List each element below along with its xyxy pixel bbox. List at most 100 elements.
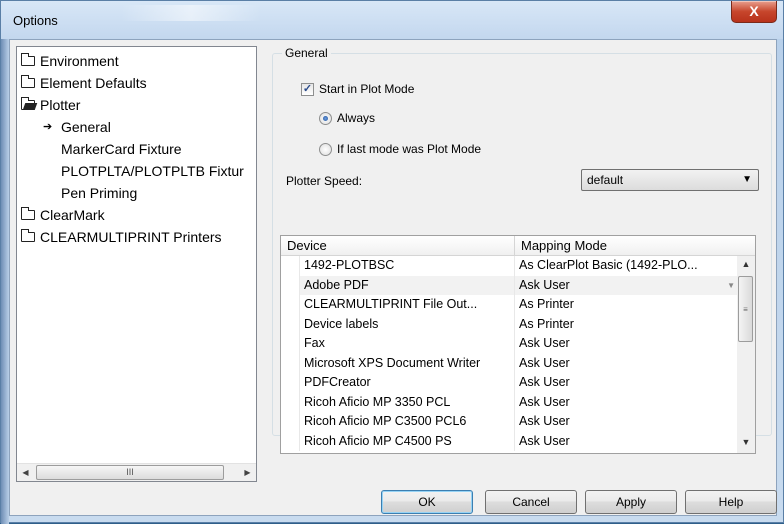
table-row[interactable]: Microsoft XPS Document Writer Ask User [281, 353, 739, 374]
grid-body: 1492-PLOTBSC As ClearPlot Basic (1492-PL… [281, 256, 739, 453]
tree-item-environment[interactable]: Environment [20, 50, 256, 72]
row-gutter [281, 392, 300, 412]
radio-unselected-icon[interactable] [319, 142, 332, 156]
row-gutter [281, 412, 300, 432]
tree-item-clearmark[interactable]: ClearMark [20, 204, 256, 226]
row-gutter [281, 314, 300, 334]
apply-button[interactable]: Apply [585, 490, 677, 514]
tree-item-plotplta-fixture[interactable]: PLOTPLTA/PLOTPLTB Fixtur [21, 160, 256, 182]
dropdown-value: default [587, 173, 624, 187]
checkbox-label: Start in Plot Mode [319, 82, 415, 96]
device-cell: CLEARMULTIPRINT File Out... [300, 295, 515, 315]
mapping-cell[interactable]: Ask User [515, 393, 739, 413]
row-gutter [281, 295, 300, 315]
mapping-cell[interactable]: Ask User [515, 432, 739, 452]
table-row[interactable]: PDFCreator Ask User [281, 373, 739, 393]
scroll-left-icon[interactable]: ◀ [17, 464, 34, 481]
checkbox-checked-icon[interactable]: ✓ [301, 82, 314, 96]
arrow-right-icon: ➔ [43, 121, 53, 133]
tree-item-element-defaults[interactable]: Element Defaults [20, 72, 256, 94]
table-row[interactable]: Ricoh Aficio MP C3500 PCL6 Ask User [281, 412, 739, 432]
always-radio[interactable]: Always [319, 111, 375, 125]
close-button[interactable]: X [731, 1, 777, 23]
scroll-thumb[interactable]: III [36, 465, 224, 480]
tree-item-clearmultiprint-printers[interactable]: CLEARMULTIPRINT Printers [20, 226, 256, 248]
radio-label: Always [337, 111, 376, 125]
scroll-down-icon[interactable]: ▼ [737, 434, 755, 451]
general-settings-panel: General ✓ Start in Plot Mode Always If l… [268, 46, 772, 482]
row-gutter [281, 373, 300, 393]
table-row[interactable]: Ricoh Aficio MP 3350 PCL Ask User [281, 392, 739, 413]
ok-button[interactable]: OK [381, 490, 473, 514]
row-gutter [281, 431, 300, 451]
device-cell: Ricoh Aficio MP C3500 PCL6 [300, 412, 515, 432]
options-tree: Environment Element Defaults Plotter ➔ G… [17, 47, 256, 463]
plotter-speed-dropdown[interactable]: default ▼ [581, 169, 759, 191]
folder-open-icon [20, 97, 35, 110]
plotter-speed-label: Plotter Speed: [286, 174, 363, 188]
cancel-button[interactable]: Cancel [485, 490, 577, 514]
scroll-thumb[interactable]: ≡ [738, 276, 753, 342]
tree-item-label: Plotter [40, 97, 81, 113]
row-gutter [281, 334, 300, 354]
table-row[interactable]: 1492-PLOTBSC As ClearPlot Basic (1492-PL… [281, 256, 739, 276]
table-row[interactable]: Device labels As Printer [281, 314, 739, 335]
dialog-client-area: Environment Element Defaults Plotter ➔ G… [9, 39, 777, 516]
device-cell: Ricoh Aficio MP 3350 PCL [300, 392, 515, 412]
mapping-cell[interactable]: Ask User [515, 412, 739, 432]
mapping-cell[interactable]: As ClearPlot Basic (1492-PLO... [515, 256, 739, 276]
device-cell: Adobe PDF [300, 275, 515, 295]
mapping-cell[interactable]: Ask User ▼ [515, 275, 739, 295]
device-cell: Microsoft XPS Document Writer [300, 353, 515, 373]
group-title: General [282, 46, 331, 60]
panel-splitter[interactable] [258, 46, 264, 482]
radio-label: If last mode was Plot Mode [337, 142, 482, 156]
folder-icon [20, 207, 35, 220]
column-header-device[interactable]: Device [281, 236, 515, 256]
folder-icon [20, 53, 35, 66]
folder-icon [20, 75, 35, 88]
mapping-cell[interactable]: Ask User [515, 334, 739, 354]
window-title: Options [13, 13, 58, 28]
last-mode-radio[interactable]: If last mode was Plot Mode [319, 142, 481, 156]
device-mapping-grid: Device Mapping Mode 1492-PLOTBSC As Clea… [280, 235, 756, 454]
chevron-down-icon[interactable]: ▼ [727, 276, 735, 295]
scroll-track[interactable]: III [34, 464, 239, 481]
grid-header: Device Mapping Mode [281, 236, 755, 256]
column-header-mapping-mode[interactable]: Mapping Mode [515, 236, 755, 256]
help-button[interactable]: Help [685, 490, 777, 514]
tree-horizontal-scrollbar[interactable]: ◀ III ▶ [17, 463, 256, 481]
table-row[interactable]: Adobe PDF Ask User ▼ [281, 275, 739, 295]
tree-item-label: PLOTPLTA/PLOTPLTB Fixtur [61, 163, 244, 179]
mapping-cell[interactable]: Ask User [515, 354, 739, 374]
title-bar[interactable]: Options X [1, 1, 783, 39]
radio-selected-icon[interactable] [319, 111, 332, 125]
options-dialog: Options X Environment Element Defaults P… [0, 0, 784, 524]
row-gutter [281, 353, 300, 373]
row-gutter [281, 275, 300, 295]
mapping-cell[interactable]: As Printer [515, 315, 739, 335]
folder-icon [20, 229, 35, 242]
tree-item-pen-priming[interactable]: Pen Priming [21, 182, 256, 204]
mapping-cell[interactable]: As Printer [515, 295, 739, 315]
tree-item-general[interactable]: ➔ General [21, 116, 256, 138]
tree-item-markercard-fixture[interactable]: MarkerCard Fixture [21, 138, 256, 160]
scroll-right-icon[interactable]: ▶ [239, 464, 256, 481]
table-row[interactable]: Fax Ask User [281, 334, 739, 354]
mapping-cell[interactable]: Ask User [515, 373, 739, 393]
tree-item-label: CLEARMULTIPRINT Printers [40, 229, 222, 245]
start-in-plot-mode-checkbox[interactable]: ✓ Start in Plot Mode [301, 82, 414, 96]
table-row[interactable]: Ricoh Aficio MP C4500 PS Ask User [281, 431, 739, 452]
tree-item-label: Environment [40, 53, 119, 69]
chevron-down-icon: ▼ [742, 174, 752, 185]
scroll-up-icon[interactable]: ▲ [737, 256, 755, 273]
tree-item-label: Pen Priming [61, 185, 138, 201]
device-cell: Fax [300, 334, 515, 354]
tree-item-plotter[interactable]: Plotter [20, 94, 256, 116]
table-row[interactable]: CLEARMULTIPRINT File Out... As Printer [281, 295, 739, 315]
close-icon: X [749, 3, 759, 19]
grid-vertical-scrollbar[interactable]: ▲ ≡ ▼ [737, 256, 755, 453]
tree-item-label: MarkerCard Fixture [61, 141, 182, 157]
title-bar-highlight [121, 5, 261, 21]
tree-item-label: General [61, 119, 111, 135]
